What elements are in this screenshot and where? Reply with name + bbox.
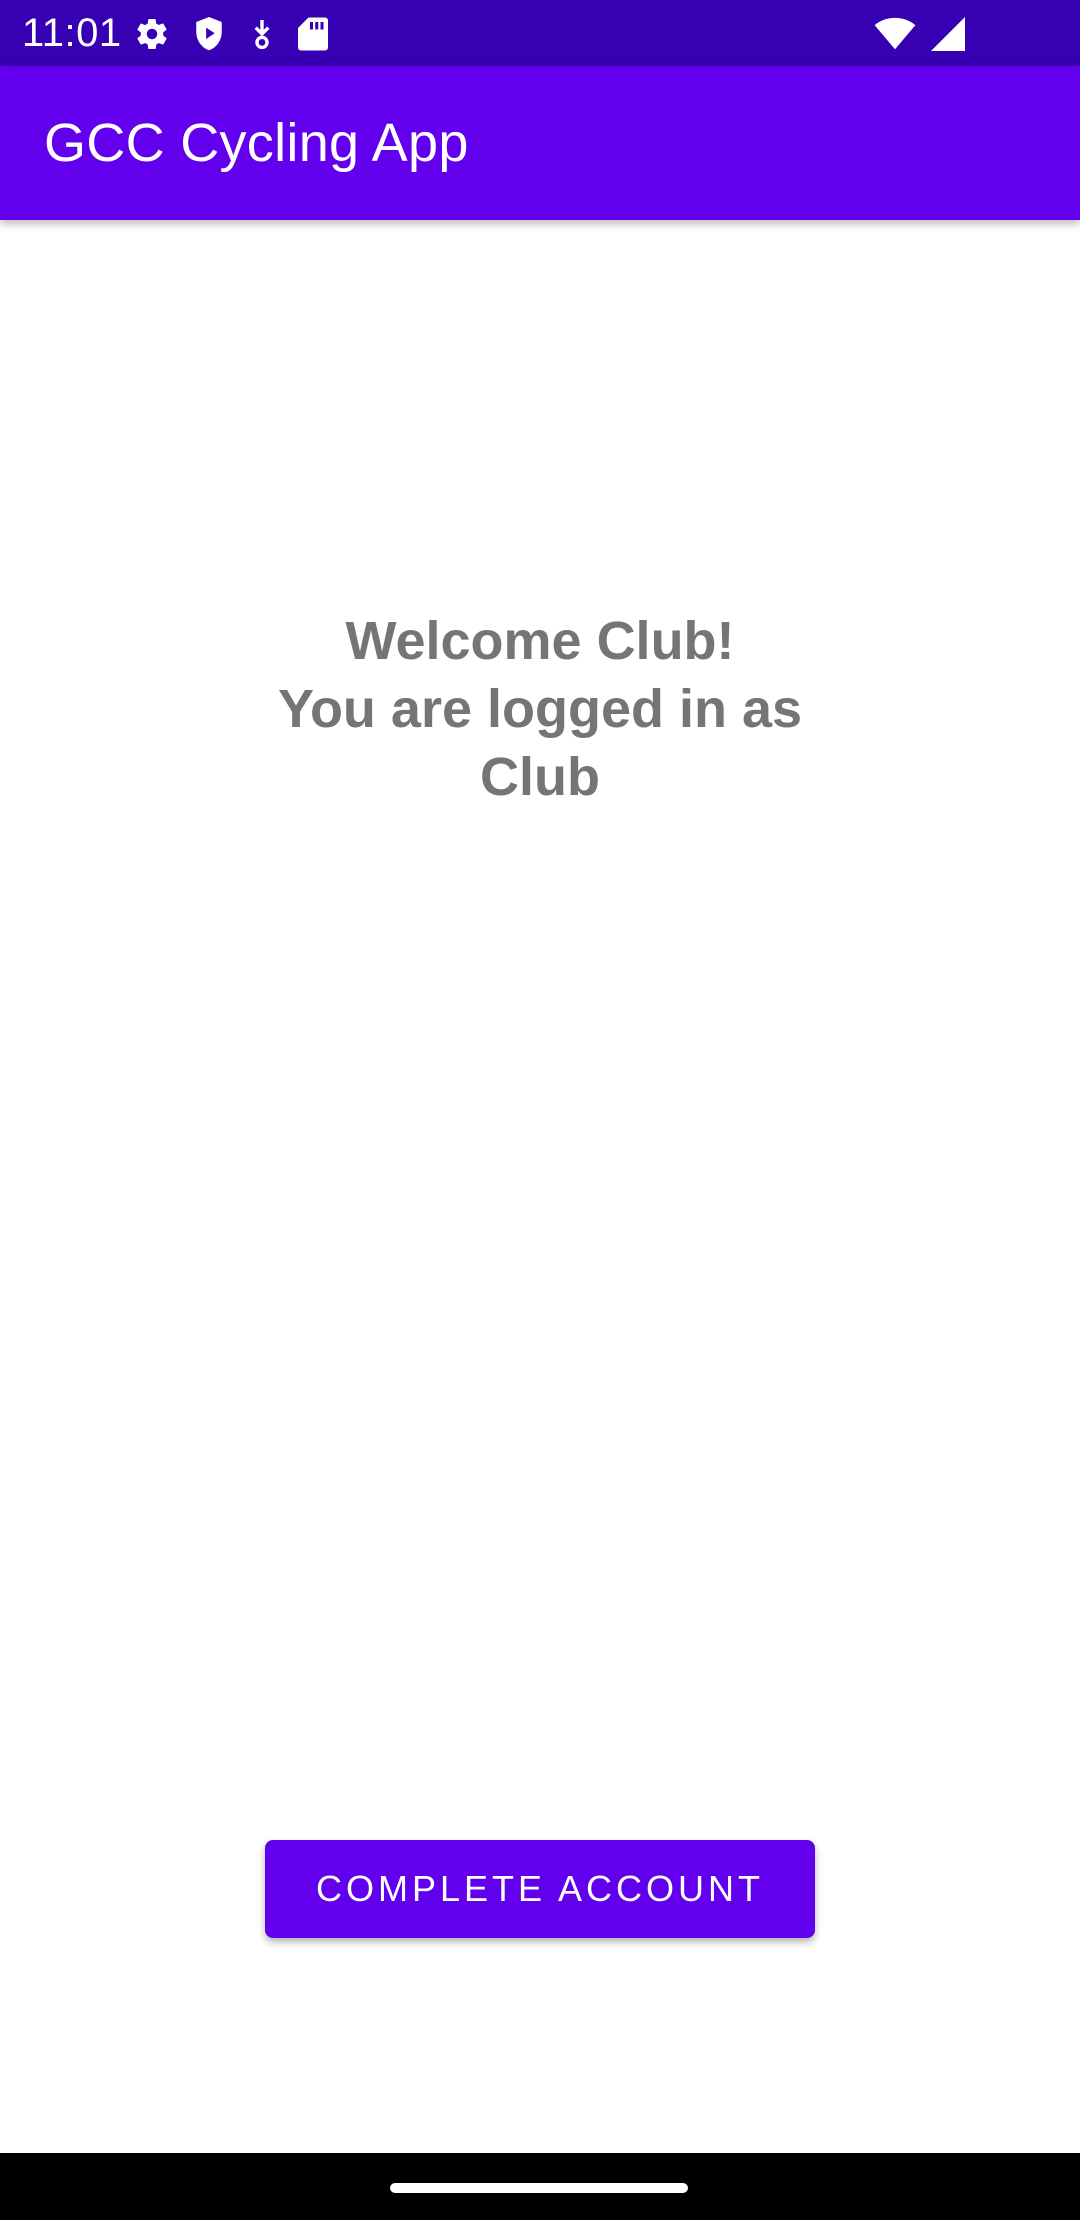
navigation-bar xyxy=(0,2153,1080,2220)
play-protect-icon xyxy=(192,15,226,53)
settings-icon xyxy=(134,16,170,52)
download-icon xyxy=(248,17,276,51)
sd-card-icon xyxy=(298,16,328,52)
complete-account-button[interactable]: COMPLETE ACCOUNT xyxy=(265,1840,815,1938)
status-bar: 11:01 xyxy=(0,0,1080,66)
welcome-line-1: Welcome Club! xyxy=(345,611,735,671)
cell-signal-icon xyxy=(930,17,966,51)
welcome-line-2: You are logged in as xyxy=(277,679,803,739)
wifi-icon xyxy=(874,17,916,51)
app-bar: GCC Cycling App xyxy=(0,66,1080,220)
welcome-line-3: Club xyxy=(480,747,600,807)
home-gesture-handle[interactable] xyxy=(390,2183,688,2193)
status-time: 11:01 xyxy=(22,11,122,55)
status-notification-icons xyxy=(134,14,328,54)
welcome-message: Welcome Club! You are logged in as Club xyxy=(190,607,890,811)
app-title: GCC Cycling App xyxy=(44,113,469,173)
app-screen: 11:01 GCC Cycling App Welcome Club! You … xyxy=(0,0,1080,2220)
status-system-icons xyxy=(874,14,966,54)
